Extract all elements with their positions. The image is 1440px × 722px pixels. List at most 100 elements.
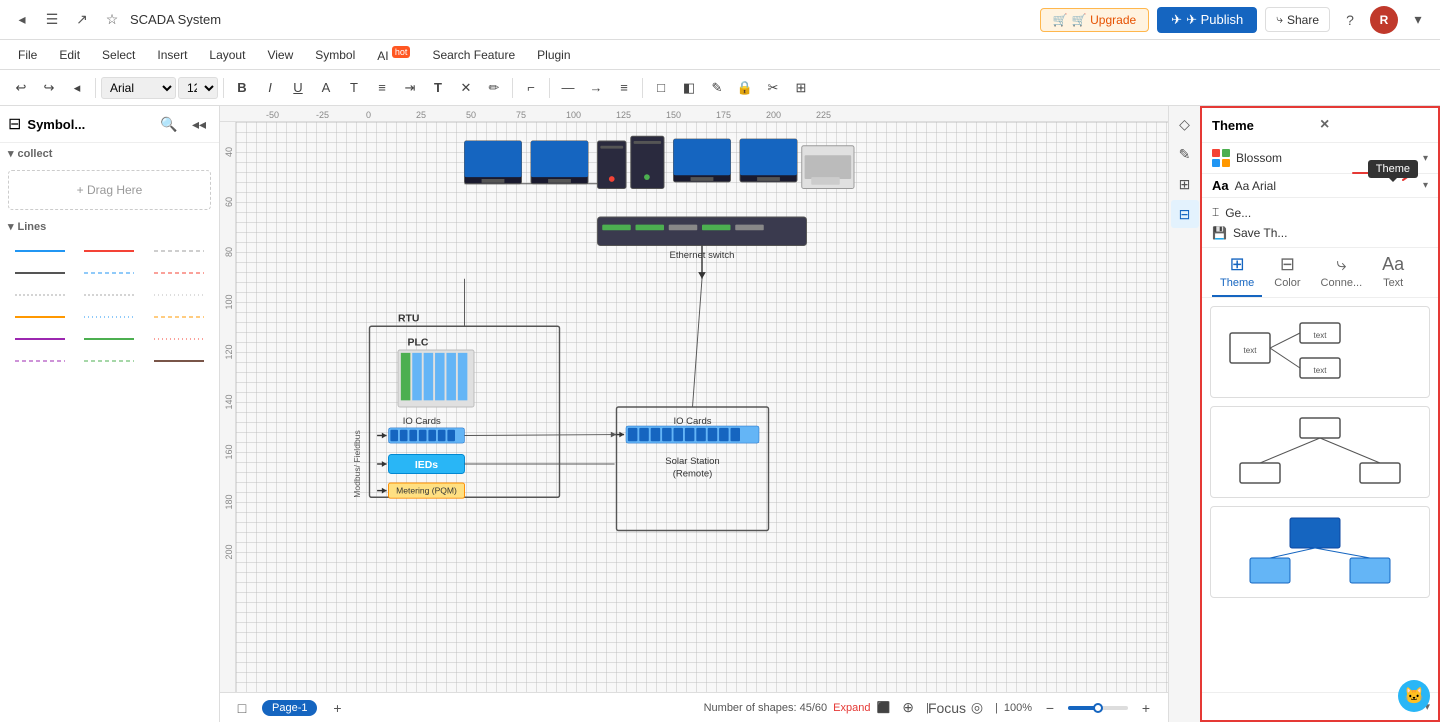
list-item[interactable] [147,353,211,369]
theme-card-2[interactable] [1210,406,1430,498]
svg-text:25: 25 [416,110,426,120]
italic-button[interactable]: I [257,75,283,101]
back-button[interactable]: ◂ [10,8,34,32]
line-weight-button[interactable]: ≡ [611,75,637,101]
list-item[interactable] [78,243,142,259]
right-icon-grid[interactable]: ⊞ [1171,170,1199,198]
list-item[interactable] [78,309,142,325]
container-button[interactable]: □ [648,75,674,101]
list-item[interactable] [78,265,142,281]
redo-button[interactable]: ↪ [36,75,62,101]
tab-text[interactable]: Aa Text [1374,248,1412,297]
svg-text:RTU: RTU [398,314,419,325]
list-item[interactable] [8,353,72,369]
save-action[interactable]: 💾 Save Th... [1212,223,1428,243]
export-button[interactable]: ↗ [70,8,94,32]
list-item[interactable] [78,287,142,303]
share-button[interactable]: ⤷ Share [1265,7,1330,32]
edit-style-button[interactable]: ✎ [704,75,730,101]
list-item[interactable] [78,353,142,369]
lock-button[interactable]: 🔒 [732,75,758,101]
connector-button[interactable]: ⌐ [518,75,544,101]
list-item[interactable] [8,287,72,303]
tab-connector[interactable]: ⤷ Conne... [1313,248,1371,297]
generate-action[interactable]: ⌶ Ge... [1212,202,1428,223]
list-item[interactable] [78,331,142,347]
menu-insert[interactable]: Insert [147,45,197,65]
sidebar-search-button[interactable]: 🔍 [157,112,181,136]
menu-layout[interactable]: Layout [199,45,255,65]
menu-view[interactable]: View [257,45,303,65]
menu-edit[interactable]: Edit [49,45,90,65]
more-button[interactable]: ▾ [1406,8,1430,32]
publish-button[interactable]: ✈ ✈ Publish [1157,7,1257,33]
list-item[interactable] [8,265,72,281]
page-view-button[interactable]: □ [230,696,254,720]
underline-button[interactable]: U [285,75,311,101]
menu-ai[interactable]: AI hot [367,44,420,66]
indent-button[interactable]: ⇥ [397,75,423,101]
menu-search[interactable]: Search Feature [422,45,525,65]
undo-button[interactable]: ↩ [8,75,34,101]
sidebar-collect-section[interactable]: ▾ collect [0,143,219,164]
align-button[interactable]: ≡ [369,75,395,101]
zoom-slider[interactable] [1068,706,1128,710]
list-item[interactable] [147,243,211,259]
zoom-in-button[interactable]: + [1134,696,1158,720]
right-icon-diamond[interactable]: ◇ [1171,110,1199,138]
sidebar-collapse-button[interactable]: ◂◂ [187,112,211,136]
main-layout: ⊟ Symbol... 🔍 ◂◂ ▾ collect + Drag Here ▾… [0,106,1440,722]
theme-close-button[interactable]: × [1320,116,1428,134]
drag-here-area[interactable]: + Drag Here [8,170,211,210]
menu-select[interactable]: Select [92,45,145,65]
table-button[interactable]: ⊞ [788,75,814,101]
text-button[interactable]: T [341,75,367,101]
avatar[interactable]: R [1370,6,1398,34]
theme-card-1[interactable]: text text text [1210,306,1430,398]
page-tab-1[interactable]: Page-1 [262,700,317,716]
list-item[interactable] [147,287,211,303]
menu-file[interactable]: File [8,45,47,65]
line-style-button[interactable]: — [555,75,581,101]
theme-tabs: ⊞ Theme ⊟ Color ⤷ Conne... Aa Text [1202,248,1438,298]
sidebar-toggle-button[interactable]: ☰ [40,8,64,32]
expand-link[interactable]: Expand [833,702,870,714]
canvas-content[interactable]: Ethernet switch RTU PLC [236,122,1168,692]
list-item[interactable] [147,309,211,325]
cut-button[interactable]: ✂ [760,75,786,101]
right-icon-theme-active[interactable]: ⊟ [1171,200,1199,228]
focus-button[interactable]: Focus [935,696,959,720]
sidebar-lines-section[interactable]: ▾ Lines [0,216,219,237]
font-size-select[interactable]: 12 [178,77,218,99]
layers-button[interactable]: ⊕ [896,696,920,720]
tab-theme[interactable]: ⊞ Theme [1212,248,1262,297]
menu-plugin[interactable]: Plugin [527,45,580,65]
help-button[interactable]: ? [1338,8,1362,32]
star-button[interactable]: ☆ [100,8,124,32]
svg-text:IO Cards: IO Cards [403,416,441,427]
canvas-area[interactable]: -50 -25 0 25 50 75 100 125 150 175 200 2… [220,106,1168,722]
menu-symbol[interactable]: Symbol [305,45,365,65]
bold-button[interactable]: B [229,75,255,101]
right-icon-edit[interactable]: ✎ [1171,140,1199,168]
list-item[interactable] [8,309,72,325]
add-page-button[interactable]: + [325,696,349,720]
arrow-button[interactable]: → [583,75,609,101]
pen-button[interactable]: ✏ [481,75,507,101]
font-color-button[interactable]: A [313,75,339,101]
font-family-select[interactable]: Arial [101,77,176,99]
toolbar-back-button[interactable]: ◂ [64,75,90,101]
list-item[interactable] [147,331,211,347]
text-format-button[interactable]: T [425,75,451,101]
tab-color[interactable]: ⊟ Color [1266,248,1308,297]
theme-card-3[interactable] [1210,506,1430,598]
shadow-button[interactable]: ◧ [676,75,702,101]
status-bar-right: Number of shapes: 45/60 Expand ⬛ ⊕ | Foc… [704,696,1158,720]
zoom-out-button[interactable]: − [1038,696,1062,720]
clear-button[interactable]: ✕ [453,75,479,101]
upgrade-button[interactable]: 🛒 🛒 Upgrade [1040,8,1149,32]
list-item[interactable] [8,331,72,347]
list-item[interactable] [8,243,72,259]
list-item[interactable] [147,265,211,281]
ai-assistant-button[interactable]: 🐱 [1398,680,1430,712]
